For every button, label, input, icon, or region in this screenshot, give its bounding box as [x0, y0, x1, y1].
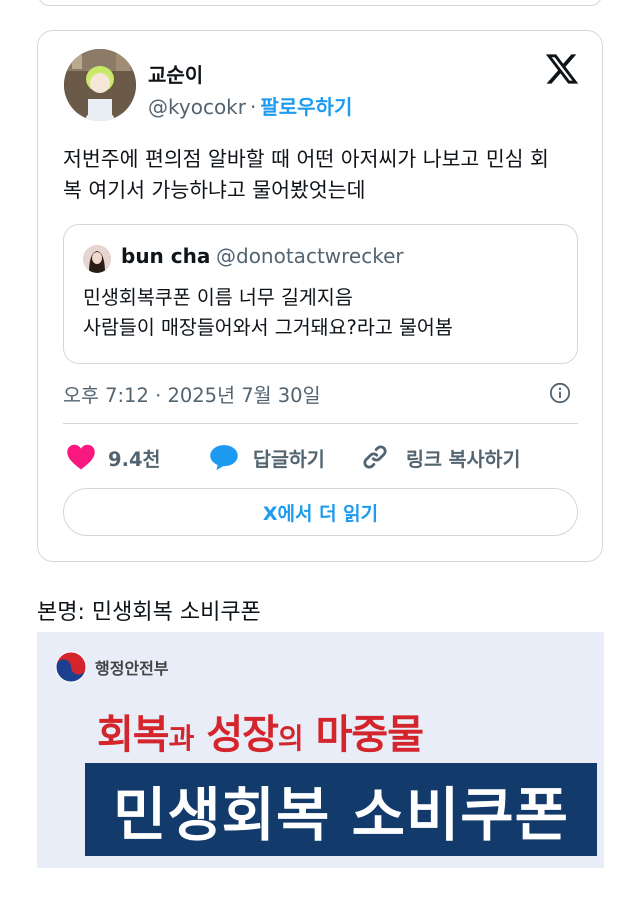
quoted-text-line: 사람들이 매장들어와서 그거돼요?라고 물어봄 — [83, 316, 453, 339]
tweet-text-line: 저번주에 편의점 알바할 때 어떤 아저씨가 나보고 민심 회 — [63, 147, 549, 171]
quoted-text-line: 민생회복쿠폰 이름 너무 길게지음 — [83, 286, 353, 309]
separator-dot: · — [249, 95, 257, 119]
x-logo-icon[interactable] — [544, 51, 580, 87]
slogan-connector: 과 — [168, 722, 195, 755]
author-display-name[interactable]: 교순이 — [148, 59, 203, 88]
heart-icon — [67, 444, 95, 470]
previous-card-edge — [37, 0, 603, 6]
quoted-author-handle: @donotactwrecker — [216, 244, 404, 268]
quoted-tweet[interactable]: bun cha @donotactwrecker 민생회복쿠폰 이름 너무 길게… — [63, 224, 578, 364]
slogan-part: 성장 — [206, 712, 279, 758]
like-count: 9.4천 — [108, 447, 161, 471]
info-icon[interactable] — [549, 382, 571, 404]
ministry-name: 행정안전부 — [95, 659, 169, 678]
tweet-actions: 9.4천 답글하기 링크 복사하기 — [63, 439, 583, 475]
read-more-on-x-button[interactable]: X에서 더 읽기 — [63, 488, 578, 536]
speech-bubble-icon — [210, 445, 238, 471]
copy-link-label: 링크 복사하기 — [406, 447, 521, 471]
tweet-text-line: 복 여기서 가능하냐고 물어봤엇는데 — [63, 178, 366, 202]
quoted-author-name: bun cha — [121, 244, 211, 268]
caption-text: 본명: 민생회복 소비쿠폰 — [37, 600, 261, 625]
like-button[interactable]: 9.4천 — [66, 439, 160, 475]
ministry-logo: 행정안전부 — [55, 651, 169, 683]
quoted-author-avatar — [83, 245, 111, 273]
slogan-part: 마중물 — [315, 712, 424, 758]
slogan-text: 회복과 성장의 마중물 — [97, 702, 424, 760]
author-handle[interactable]: @kyocokr — [148, 95, 246, 119]
tweet-text: 저번주에 편의점 알바할 때 어떤 아저씨가 나보고 민심 회 복 여기서 가능… — [63, 144, 583, 206]
follow-button[interactable]: 팔로우하기 — [260, 95, 352, 119]
taegeuk-icon — [55, 651, 87, 683]
tweet-embed-card[interactable]: 교순이 @kyocokr · 팔로우하기 저번주에 편의점 알바할 때 어떤 아저씨… — [37, 30, 603, 562]
coupon-banner-image: 행정안전부 회복과 성장의 마중물 민생회복 소비쿠폰 — [37, 632, 604, 868]
quoted-tweet-text: 민생회복쿠폰 이름 너무 길게지음 사람들이 매장들어와서 그거돼요?라고 물어… — [83, 283, 453, 343]
reply-label: 답글하기 — [253, 447, 325, 471]
author-avatar[interactable] — [64, 49, 136, 121]
slogan-connector: 의 — [277, 722, 304, 755]
divider — [63, 423, 578, 424]
reply-button[interactable]: 답글하기 — [209, 439, 325, 475]
link-icon — [363, 445, 387, 469]
coupon-title: 민생회복 소비쿠폰 — [112, 780, 570, 849]
author-handle-row: @kyocokr · 팔로우하기 — [148, 91, 352, 120]
slogan-part: 회복 — [97, 712, 170, 758]
copy-link-button[interactable]: 링크 복사하기 — [360, 439, 520, 475]
coupon-title-box: 민생회복 소비쿠폰 — [85, 763, 597, 856]
tweet-timestamp[interactable]: 오후 7:12 · 2025년 7월 30일 — [63, 379, 321, 408]
